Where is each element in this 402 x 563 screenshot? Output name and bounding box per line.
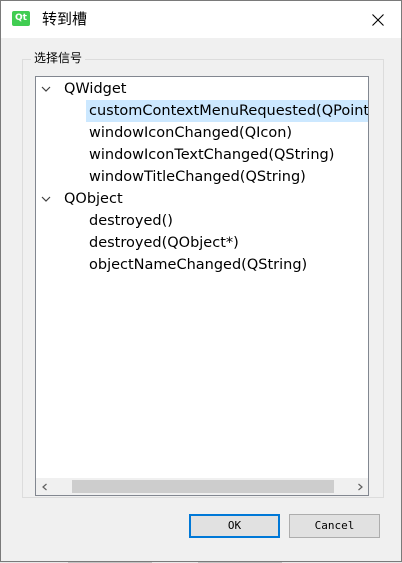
tree-item-custom-context-menu-requested[interactable]: customContextMenuRequested(QPoint) bbox=[86, 100, 368, 122]
qt-app-icon: Qt bbox=[12, 11, 30, 26]
tree-item-label: customContextMenuRequested(QPoint) bbox=[89, 103, 369, 119]
close-button[interactable] bbox=[355, 1, 401, 38]
chevron-left-icon bbox=[41, 483, 47, 490]
title-bar: Qt 转到槽 bbox=[1, 1, 401, 38]
tree-item-label: windowIconChanged(QIcon) bbox=[89, 125, 293, 141]
tree-item-label: windowIconTextChanged(QString) bbox=[89, 147, 335, 163]
tree-item-label: destroyed(QObject*) bbox=[89, 235, 239, 251]
scrollbar-thumb[interactable] bbox=[72, 480, 334, 493]
cancel-button[interactable]: Cancel bbox=[289, 514, 380, 538]
ok-button[interactable]: OK bbox=[189, 514, 280, 538]
chevron-right-icon bbox=[357, 483, 363, 490]
scrollbar-track[interactable] bbox=[53, 478, 351, 495]
window-title: 转到槽 bbox=[42, 10, 88, 28]
scroll-left-button[interactable] bbox=[36, 478, 53, 495]
tree-item-label: destroyed() bbox=[89, 213, 173, 229]
close-icon bbox=[372, 13, 384, 26]
scroll-right-button[interactable] bbox=[351, 478, 368, 495]
tree-item-label: windowTitleChanged(QString) bbox=[89, 169, 306, 185]
tree-item-label: QObject bbox=[64, 191, 123, 207]
signal-tree[interactable]: QWidget customContextMenuRequested(QPoin… bbox=[35, 76, 369, 496]
groupbox-label: 选择信号 bbox=[31, 50, 86, 66]
tree-item-label: objectNameChanged(QString) bbox=[89, 257, 308, 273]
tree-item-label: QWidget bbox=[64, 81, 127, 97]
horizontal-scrollbar[interactable] bbox=[36, 478, 368, 495]
chevron-down-icon[interactable] bbox=[41, 84, 51, 94]
chevron-down-icon[interactable] bbox=[41, 194, 51, 204]
go-to-slot-dialog: Qt 转到槽 选择信号 QWidget customContextMenuReq… bbox=[0, 0, 402, 562]
